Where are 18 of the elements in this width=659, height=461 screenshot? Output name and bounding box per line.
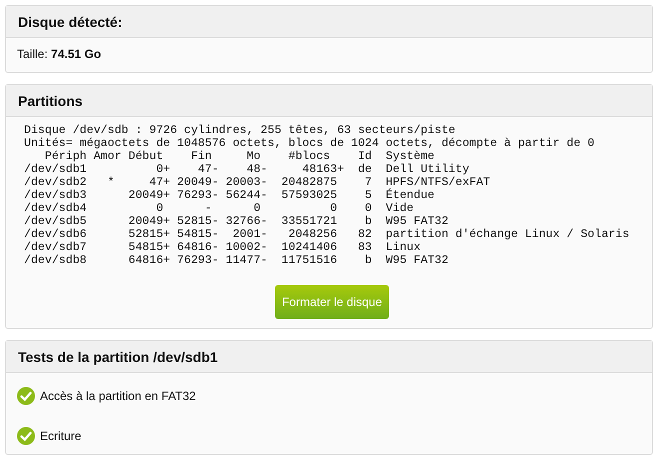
panel-title: Tests de la partition /dev/sdb1: [18, 348, 218, 364]
console-line: /dev/sdb7 54815+ 64816- 10002- 10241406 83 Linux: [24, 241, 422, 254]
console-line: /dev/sdb2 * 47+ 20049- 20003- 20482875 7 HPFS/NTFS/exFAT: [24, 176, 492, 189]
console-line: /dev/sdb4 0 - 0 0 0 Vide: [24, 202, 415, 215]
format-button[interactable]: Formater le disque: [274, 285, 390, 319]
console-line: /dev/sdb1 0+ 47- 48- 48163+ de Dell Utility: [24, 163, 470, 176]
test-label: Accès à la partition en FAT32: [40, 389, 196, 403]
panel-title: Partitions: [18, 92, 83, 108]
console-line: Disque /dev/sdb : 9726 cylindres, 255 têtes, 63 secteurs/piste: [24, 124, 456, 137]
console-line: Périph Amor Début Fin Mo #blocs Id Système: [44, 150, 436, 163]
disk-size: Taille: 74.51 Go: [17, 47, 102, 61]
console-line: /dev/sdb6 52815+ 54815- 2001- 2048256 82 partition d'échange Linux / Solaris: [24, 228, 630, 241]
console-line: /dev/sdb3 20049+ 76293- 56244- 57593025 5 Étendue: [24, 189, 436, 202]
panel-title: Disque détecté:: [18, 14, 122, 30]
console-line: Unités= mégaoctets de 1048576 octets, blocs de 1024 octets, décompte à partir de 0: [24, 137, 596, 150]
console-line: /dev/sdb8 64816+ 76293- 11477- 11751516 b W95 FAT32: [24, 254, 450, 267]
test-label: Ecriture: [40, 429, 82, 443]
console-line: /dev/sdb5 20049+ 52815- 32766- 33551721 b W95 FAT32: [24, 215, 450, 228]
